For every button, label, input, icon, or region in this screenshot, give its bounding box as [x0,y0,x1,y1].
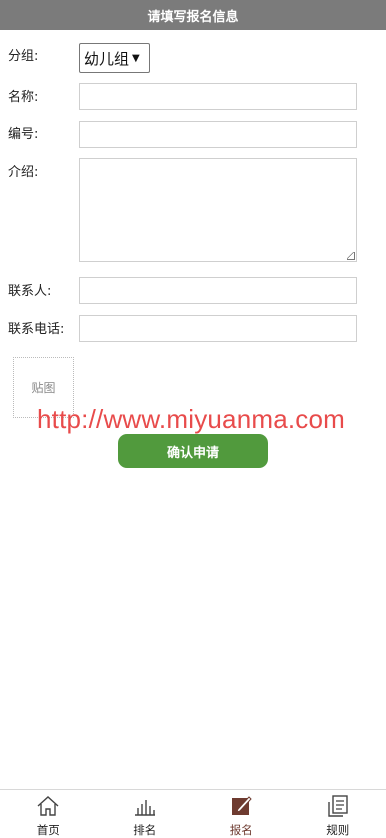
document-icon [326,794,350,818]
tab-signup[interactable]: 报名 [193,790,290,837]
chevron-down-icon: ▼ [132,53,140,64]
name-label: 名称: [8,86,38,105]
submit-button[interactable]: 确认申请 [118,434,268,468]
contact-phone-label: 联系电话: [8,318,64,337]
tab-ranking[interactable]: 排名 [97,790,194,837]
page-header: 请填写报名信息 [0,0,386,30]
group-label: 分组: [8,45,38,64]
resize-handle-icon[interactable] [347,252,355,260]
group-select-value: 幼儿组 [84,48,129,69]
bottom-tab-bar: 首页 排名 报名 规则 [0,789,386,837]
contact-person-input[interactable] [79,277,357,304]
tab-rules[interactable]: 规则 [290,790,386,837]
edit-icon [229,794,253,818]
intro-label: 介绍: [8,161,38,180]
intro-textarea[interactable] [79,158,357,262]
watermark-text: http://www.miyuanma.com [37,404,345,435]
contact-person-label: 联系人: [8,280,51,299]
bar-chart-icon [133,794,157,818]
name-input[interactable] [79,83,357,110]
page-title: 请填写报名信息 [147,6,238,25]
tab-home[interactable]: 首页 [0,790,97,837]
home-icon [36,794,60,818]
submit-button-label: 确认申请 [167,442,219,461]
group-select[interactable]: 幼儿组 ▼ [79,43,150,73]
paste-image-label: 贴图 [31,379,55,396]
contact-phone-input[interactable] [79,315,357,342]
number-label: 编号: [8,123,38,142]
number-input[interactable] [79,121,357,148]
